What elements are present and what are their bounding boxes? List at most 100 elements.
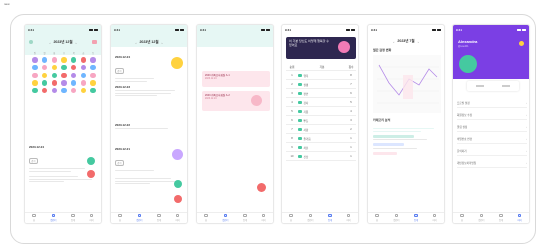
nav-calendar[interactable]: 캘린더 bbox=[136, 213, 142, 222]
mood-day-icon[interactable] bbox=[61, 80, 67, 86]
nav-stats[interactable]: 통계 bbox=[71, 213, 75, 222]
table-row[interactable]: 4 감사 5 bbox=[286, 99, 356, 107]
table-row[interactable]: 2 설렘 7 bbox=[286, 81, 356, 89]
mood-day-icon[interactable] bbox=[61, 57, 67, 63]
nav-calendar[interactable]: 캘린더 bbox=[307, 213, 313, 222]
nav-calendar[interactable]: 캘린더 bbox=[50, 213, 56, 222]
mood-day-icon[interactable] bbox=[70, 87, 77, 94]
nav-stats[interactable]: 통계 bbox=[328, 213, 332, 222]
mood-day-icon[interactable] bbox=[32, 80, 38, 86]
table-row[interactable]: 3 편안 6 bbox=[286, 90, 356, 98]
mood-day-icon[interactable] bbox=[90, 80, 96, 86]
settings-item[interactable]: 개인정보처리방침 › bbox=[457, 159, 527, 168]
diary-entry[interactable]: 2023.12.21 감기 bbox=[115, 147, 185, 172]
mood-day-icon[interactable] bbox=[80, 87, 87, 94]
mood-day-icon[interactable] bbox=[70, 57, 77, 63]
mood-day-icon[interactable] bbox=[90, 87, 96, 94]
mood-day-icon[interactable] bbox=[51, 64, 58, 71]
nav-home[interactable]: 홈 bbox=[460, 213, 464, 222]
avatar[interactable] bbox=[459, 55, 477, 73]
mood-day-icon[interactable] bbox=[51, 72, 58, 79]
month-title[interactable]: 2023년 12월 bbox=[139, 40, 158, 45]
settings-item[interactable]: 문의하기 › bbox=[457, 147, 527, 156]
diary-entry[interactable]: 2023.12.23 bbox=[115, 85, 185, 97]
nav-home[interactable]: 홈 bbox=[118, 213, 122, 222]
mood-day-icon[interactable] bbox=[70, 72, 77, 79]
table-row[interactable]: 10 신남 1 bbox=[286, 153, 356, 161]
mood-card[interactable]: 2023 카톡조사회원 A-1 2023.12.24 bbox=[202, 71, 270, 87]
nav-home[interactable]: 홈 bbox=[375, 213, 379, 222]
next-month-icon[interactable]: › bbox=[76, 41, 77, 45]
mood-day-icon[interactable] bbox=[80, 57, 87, 63]
write-button[interactable] bbox=[257, 183, 266, 192]
table-row[interactable]: 9 차분 1 bbox=[286, 144, 356, 152]
mood-day-icon[interactable] bbox=[32, 57, 38, 63]
next-month-icon[interactable]: › bbox=[162, 41, 163, 45]
mood-day-icon[interactable] bbox=[32, 87, 38, 94]
nav-stats[interactable]: 통계 bbox=[414, 213, 418, 222]
nav-calendar[interactable]: 캘린더 bbox=[222, 213, 228, 222]
nav-my[interactable]: 마이 bbox=[433, 213, 437, 222]
diary-entry[interactable]: 2023.12.22 bbox=[115, 123, 185, 130]
add-entry-button[interactable] bbox=[87, 157, 95, 165]
prev-month-icon[interactable]: ‹ bbox=[49, 41, 50, 45]
mood-day-icon[interactable] bbox=[70, 80, 77, 86]
table-row[interactable]: 6 뿌듯 3 bbox=[286, 117, 356, 125]
table-row[interactable]: 7 사랑 2 bbox=[286, 126, 356, 134]
settings-item[interactable]: 프로필 설정 › bbox=[457, 99, 527, 108]
mood-day-icon[interactable] bbox=[90, 64, 96, 71]
nav-home[interactable]: 홈 bbox=[32, 213, 36, 222]
nav-my[interactable]: 마이 bbox=[347, 213, 351, 222]
badge-icon[interactable] bbox=[519, 41, 524, 46]
write-button[interactable] bbox=[87, 170, 95, 178]
settings-item[interactable]: 알림 설정 › bbox=[457, 123, 527, 132]
mood-day-icon[interactable] bbox=[32, 72, 38, 79]
mood-day-icon[interactable] bbox=[51, 57, 58, 63]
mood-card[interactable]: 2023 카톡조사회원 A-2 2023.12.24 bbox=[202, 91, 270, 111]
nav-stats[interactable]: 통계 bbox=[499, 213, 503, 222]
banner[interactable]: 이 기분 당신도 이렇게 행복할 수 있어요 bbox=[286, 37, 356, 59]
mood-day-icon[interactable] bbox=[41, 87, 48, 94]
mood-day-icon[interactable] bbox=[80, 72, 87, 79]
mood-day-icon[interactable] bbox=[32, 64, 38, 71]
nav-stats[interactable]: 통계 bbox=[243, 213, 247, 222]
mood-day-icon[interactable] bbox=[51, 80, 58, 86]
prev-month-icon[interactable]: ‹ bbox=[393, 40, 394, 44]
mood-day-icon[interactable] bbox=[90, 72, 96, 79]
mood-day-icon[interactable] bbox=[41, 57, 48, 63]
mood-day-icon[interactable] bbox=[61, 87, 67, 94]
stat-item[interactable] bbox=[502, 85, 510, 87]
nav-home[interactable]: 홈 bbox=[204, 213, 208, 222]
nav-home[interactable]: 홈 bbox=[289, 213, 293, 222]
mood-day-icon[interactable] bbox=[41, 64, 48, 71]
table-row[interactable]: 1 행복 8 bbox=[286, 72, 356, 80]
next-month-icon[interactable]: › bbox=[418, 40, 419, 44]
prev-month-icon[interactable]: ‹ bbox=[135, 41, 136, 45]
settings-item[interactable]: 비밀번호 변경 › bbox=[457, 135, 527, 144]
nav-stats[interactable]: 통계 bbox=[157, 213, 161, 222]
mood-day-icon[interactable] bbox=[41, 80, 48, 86]
write-button[interactable] bbox=[174, 195, 182, 203]
mood-day-icon[interactable] bbox=[70, 64, 77, 71]
mood-day-icon[interactable] bbox=[80, 80, 87, 86]
nav-my[interactable]: 마이 bbox=[90, 213, 94, 222]
month-title[interactable]: 2023년 12월 bbox=[53, 40, 72, 45]
mail-icon[interactable] bbox=[92, 40, 97, 44]
diary-entry[interactable]: 2023.12.24 감기 bbox=[115, 55, 185, 82]
stat-item[interactable] bbox=[476, 85, 484, 87]
mood-day-icon[interactable] bbox=[80, 64, 87, 71]
mood-day-icon[interactable] bbox=[61, 72, 67, 79]
month-title[interactable]: 2023년 7월 bbox=[397, 39, 414, 44]
mood-day-icon[interactable] bbox=[90, 57, 96, 63]
add-entry-button[interactable] bbox=[174, 180, 182, 188]
nav-calendar[interactable]: 캘린더 bbox=[393, 213, 399, 222]
mood-day-icon[interactable] bbox=[41, 72, 48, 79]
mood-day-icon[interactable] bbox=[61, 64, 67, 71]
table-row[interactable]: 8 즐거움 1 bbox=[286, 135, 356, 143]
nav-calendar[interactable]: 캘린더 bbox=[478, 213, 484, 222]
nav-my[interactable]: 마이 bbox=[518, 213, 522, 222]
nav-my[interactable]: 마이 bbox=[262, 213, 266, 222]
table-row[interactable]: 5 기쁨 4 bbox=[286, 108, 356, 116]
settings-item[interactable]: 회원정보 수정 › bbox=[457, 111, 527, 120]
mood-day-icon[interactable] bbox=[51, 87, 58, 94]
